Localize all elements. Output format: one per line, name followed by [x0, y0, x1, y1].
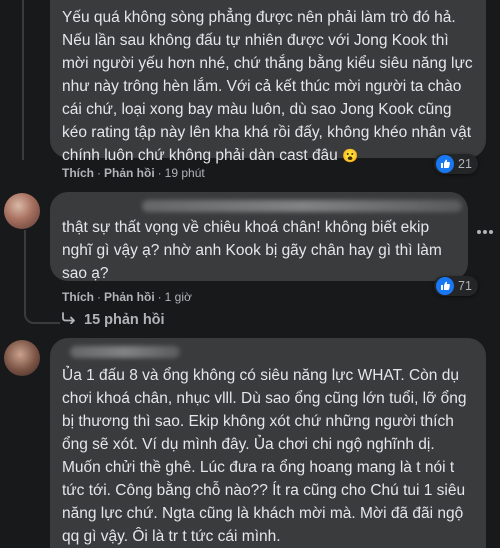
- comment-time: 1 giờ: [164, 290, 192, 304]
- reaction-count-number: 21: [458, 157, 472, 171]
- reply-link[interactable]: Phản hồi: [104, 290, 155, 304]
- comment-text: Ủa 1 đấu 8 và ổng không có siêu năng lực…: [62, 367, 467, 545]
- avatar[interactable]: [4, 193, 40, 229]
- reply-connector: [24, 300, 60, 324]
- avatar[interactable]: [4, 340, 40, 376]
- author-name[interactable]: [70, 346, 180, 358]
- comment-actions: Thích · Phản hồi · 1 giờ: [62, 290, 192, 304]
- reaction-count[interactable]: 21: [434, 154, 478, 174]
- reply-link[interactable]: Phản hồi: [104, 166, 155, 180]
- comment-bubble: Ủa 1 đấu 8 và ổng không có siêu năng lực…: [50, 338, 486, 548]
- comment-bubble: thật sự thất vọng về chiêu khoá chân! kh…: [50, 192, 468, 282]
- reaction-count-number: 71: [458, 279, 472, 293]
- view-replies-link[interactable]: 15 phản hồi: [62, 312, 165, 328]
- like-reaction-icon: [436, 277, 454, 295]
- comment-text: thật sự thất vọng về chiêu khoá chân! kh…: [62, 219, 442, 282]
- reply-arrow-icon: [62, 312, 76, 328]
- like-reaction-icon: [436, 155, 454, 173]
- more-horizontal-icon[interactable]: [476, 222, 494, 240]
- replies-count-label: 15 phản hồi: [84, 312, 165, 328]
- like-link[interactable]: Thích: [62, 166, 94, 180]
- comment-time: 19 phút: [164, 166, 205, 180]
- surprised-emoji-icon: 😮: [342, 148, 359, 163]
- comment-bubble: Yếu quá không sòng phẳng được nên phải l…: [50, 0, 486, 164]
- comment-actions: Thích · Phản hồi · 19 phút: [62, 166, 205, 180]
- comment-text: Yếu quá không sòng phẳng được nên phải l…: [62, 9, 473, 164]
- thread-line: [22, 0, 24, 160]
- author-name[interactable]: [142, 200, 462, 212]
- like-link[interactable]: Thích: [62, 290, 94, 304]
- reaction-count[interactable]: 71: [434, 276, 478, 296]
